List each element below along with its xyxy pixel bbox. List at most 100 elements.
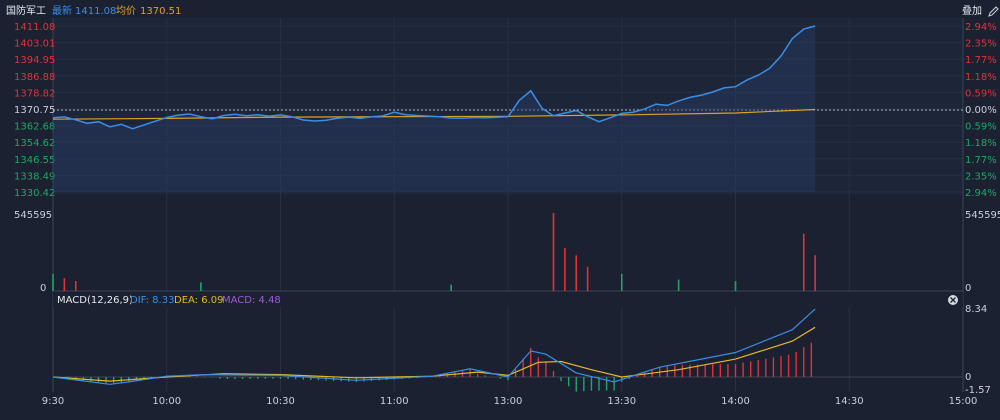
price-tick-label: 1386.88 — [14, 72, 55, 83]
volume-bar-up — [814, 255, 816, 291]
macd-dif-label: DIF: 8.33 — [130, 295, 174, 306]
macd-bar-up — [712, 364, 714, 378]
price-tick-label: 1354.62 — [14, 138, 55, 149]
volume-bar-up — [74, 280, 77, 291]
macd-bar-up — [719, 364, 722, 378]
macd-bar-down — [605, 377, 608, 391]
avg-label: 均价 — [116, 5, 136, 17]
macd-bar-up — [545, 361, 547, 378]
macd-bar-up — [810, 342, 813, 378]
percent-tick-label: 2.35% — [965, 171, 997, 182]
macd-bar-down — [120, 377, 122, 383]
percent-axis-right: 2.94% 2.35% 1.77% 1.18% 0.59% 0.00% 0.59% 1.18%… — [965, 22, 997, 199]
time-label: 14:00 — [721, 396, 750, 407]
volume-bar-down — [200, 282, 202, 291]
macd-bar-up — [787, 354, 790, 378]
overlay-button[interactable]: 叠加 — [962, 5, 982, 17]
macd-bar-up — [757, 360, 759, 378]
percent-tick-label: 1.77% — [965, 55, 997, 66]
macd-bar-up — [196, 376, 198, 378]
macd-bar-down — [567, 377, 570, 387]
volume-bar-up — [575, 255, 578, 291]
macd-bar-up — [484, 375, 486, 378]
macd-bar-down — [598, 377, 600, 391]
volume-bar-down — [677, 279, 680, 291]
percent-tick-label: 2.35% — [965, 39, 997, 50]
percent-tick-label: 2.94% — [965, 22, 997, 33]
time-label: 13:30 — [607, 396, 636, 407]
index-title: 国防军工 — [6, 4, 46, 17]
volume-bar-up — [63, 278, 66, 291]
volume-max-right: 545595 — [965, 210, 1000, 221]
macd-bar-down — [287, 377, 289, 379]
macd-bar-down — [590, 377, 593, 391]
macd-bar-up — [765, 358, 767, 378]
macd-bar-up — [537, 357, 540, 378]
volume-bar-up — [586, 266, 589, 291]
macd-bar-down — [226, 377, 229, 380]
macd-value-label: MACD: 4.48 — [222, 295, 281, 306]
macd-bar-down — [249, 377, 251, 379]
percent-tick-label: 0.59% — [965, 122, 997, 133]
macd-bar-up — [689, 364, 691, 378]
price-axis-left: 1411.08 1403.01 1394.95 1386.88 1378.82 1370.… — [14, 22, 55, 199]
macd-bar-up — [476, 373, 479, 378]
macd-bar-down — [583, 377, 585, 392]
volume-bar-up — [564, 248, 566, 291]
price-tick-label: 1362.68 — [14, 122, 55, 133]
macd-bar-up — [772, 357, 775, 378]
macd-bar-down — [499, 377, 502, 379]
latest-label: 最新 — [52, 4, 72, 17]
macd-bar-down — [112, 377, 115, 384]
avg-value: 1370.51 — [140, 6, 181, 17]
time-label: 11:00 — [380, 396, 409, 407]
macd-bar-up — [780, 356, 782, 378]
macd-bar-down — [264, 377, 267, 379]
macd-bar-down — [279, 377, 282, 379]
macd-bar-up — [704, 364, 706, 378]
volume-bar-up — [552, 213, 555, 291]
close-icon[interactable] — [948, 295, 958, 305]
macd-bar-down — [575, 377, 577, 392]
volume-bar-down — [52, 273, 54, 291]
macd-bar-down — [219, 377, 221, 379]
macd-bar-up — [552, 371, 555, 378]
price-tick-label: 1330.42 — [14, 188, 55, 199]
macd-min-label: -1.57 — [965, 385, 991, 396]
price-tick-label: 1378.82 — [14, 88, 55, 99]
macd-bar-up — [203, 376, 206, 378]
macd-zero-label: 0 — [965, 372, 971, 383]
macd-bar-up — [749, 361, 752, 378]
macd-dea-label: DEA: 6.09 — [174, 295, 224, 306]
percent-tick-label: 1.18% — [965, 72, 997, 83]
macd-title: MACD(12,26,9) — [57, 295, 133, 306]
macd-bar-up — [681, 364, 684, 378]
macd-bar-down — [234, 377, 236, 379]
percent-tick-label: 0.59% — [965, 88, 997, 99]
price-tick-label: 1346.55 — [14, 155, 55, 166]
volume-bar-up — [802, 233, 805, 291]
macd-bar-down — [560, 377, 562, 382]
macd-bar-up — [803, 347, 805, 378]
macd-bar-down — [294, 377, 297, 380]
macd-bar-down — [272, 377, 274, 379]
percent-tick-label: 1.77% — [965, 155, 997, 166]
macd-bar-up — [727, 364, 729, 378]
price-tick-label: 1394.95 — [14, 55, 55, 66]
time-label: 10:00 — [152, 396, 181, 407]
macd-bar-down — [105, 377, 107, 384]
macd-bar-down — [97, 377, 100, 383]
macd-bar-down — [613, 377, 615, 391]
percent-tick-label: 2.94% — [965, 188, 997, 199]
volume-bar-down — [734, 280, 737, 291]
latest-value: 1411.08 — [75, 6, 116, 17]
volume-max-left: 545595 — [14, 210, 52, 221]
macd-bar-up — [522, 358, 524, 378]
macd-max-label: 8.34 — [965, 304, 987, 315]
price-tick-label: 1338.49 — [14, 171, 55, 182]
macd-bar-down — [241, 377, 244, 379]
percent-tick-label: 1.18% — [965, 138, 997, 149]
intraday-chart[interactable]: 国防军工 最新 1411.08 均价 1370.51 叠加 1411.08 140… — [0, 0, 1000, 420]
price-tick-label: 1403.01 — [14, 39, 55, 50]
percent-tick-label: 0.00% — [965, 105, 997, 116]
